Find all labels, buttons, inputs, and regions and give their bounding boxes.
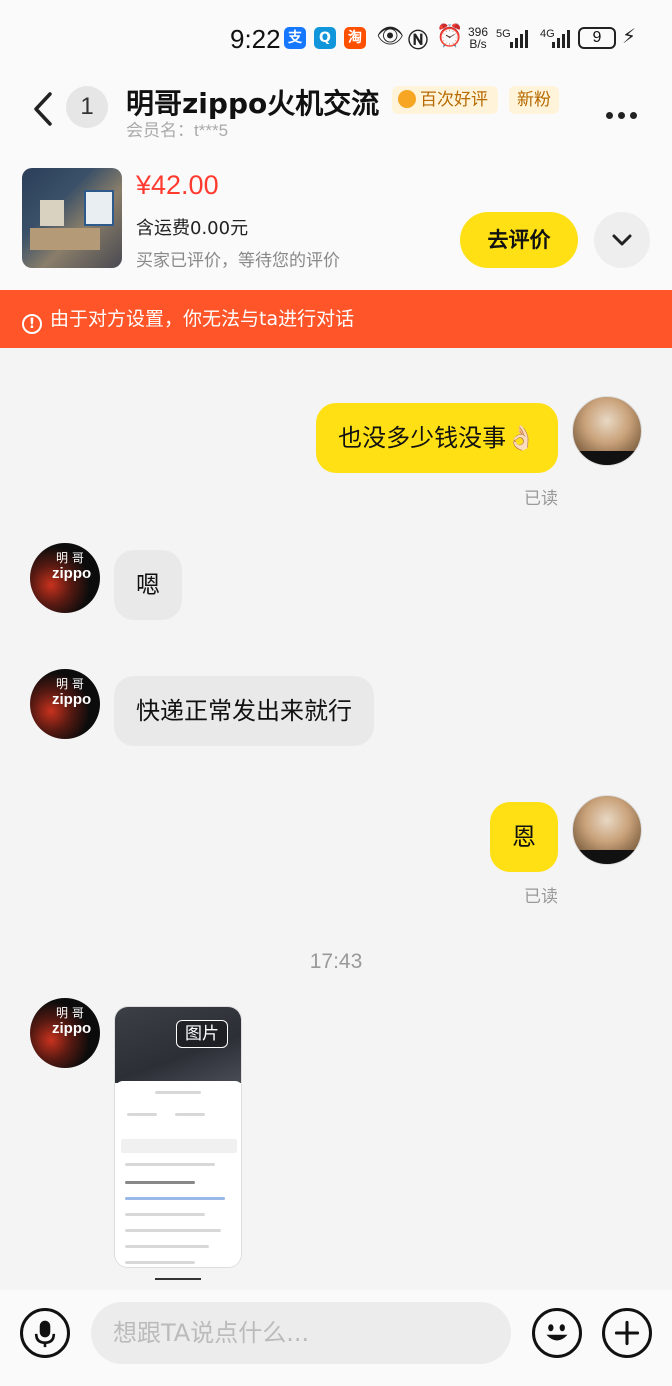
warning-icon: !: [22, 314, 42, 334]
emoji-icon[interactable]: [532, 1308, 582, 1358]
order-status: 买家已评价，等待您的评价: [136, 251, 340, 271]
new-fan-badge: 新粉: [509, 86, 559, 114]
shipping-fee: 含运费0.00元: [136, 218, 249, 239]
avatar-me[interactable]: [572, 795, 642, 865]
net-speed: 396 B/s: [467, 25, 489, 51]
qq-icon: Q: [314, 27, 336, 49]
signal-icon-2: [552, 30, 570, 48]
input-bar: [0, 1290, 672, 1386]
product-price: ¥42.00: [136, 170, 219, 200]
nfc-icon: Ⓝ: [408, 28, 428, 52]
message-input[interactable]: [91, 1302, 511, 1364]
microphone-icon[interactable]: [20, 1308, 70, 1358]
avatar-me[interactable]: [572, 396, 642, 466]
product-thumbnail[interactable]: [22, 168, 122, 268]
back-arrow-icon[interactable]: [28, 88, 58, 130]
message-bubble-ta[interactable]: 快递正常发出来就行: [114, 676, 374, 746]
signal-5g-label: 5G: [496, 28, 511, 40]
message-bubble-ta[interactable]: 嗯: [114, 550, 182, 620]
read-status: 已读: [524, 489, 558, 509]
product-card[interactable]: ¥42.00 含运费0.00元 买家已评价，等待您的评价 去评价: [0, 160, 672, 290]
avatar-seller[interactable]: 明 哥 zippo: [30, 998, 100, 1068]
member-name: 会员名：t***5: [126, 121, 229, 140]
read-status: 已读: [524, 887, 558, 907]
chevron-down-icon[interactable]: [594, 212, 650, 268]
review-badge: 百次好评: [392, 86, 498, 114]
status-time: 9:22: [230, 24, 281, 54]
review-button[interactable]: 去评价: [460, 212, 578, 268]
taobao-icon: 淘: [344, 27, 366, 49]
alipay-icon: 支: [284, 27, 306, 49]
signal-icon: [510, 30, 528, 48]
warning-text: 由于对方设置，你无法与ta进行对话: [50, 308, 355, 330]
charging-icon: ⚡: [622, 24, 637, 48]
message-bubble-me[interactable]: 也没多少钱没事👌🏻: [316, 403, 558, 473]
avatar-seller[interactable]: 明 哥 zippo: [30, 543, 100, 613]
message-timestamp: 17:43: [309, 950, 363, 973]
status-bar: 9:22 支 Q 淘 👁 Ⓝ ⏰ 396 B/s 5G 4G 9 ⚡: [0, 0, 672, 78]
message-bubble-me[interactable]: 恩: [490, 802, 558, 872]
more-options-icon[interactable]: [606, 104, 646, 119]
plus-icon[interactable]: [602, 1308, 652, 1358]
alarm-icon: ⏰: [436, 24, 464, 49]
image-tag: 图片: [176, 1020, 228, 1048]
avatar-seller[interactable]: 明 哥 zippo: [30, 669, 100, 739]
chat-header: 1 明哥zippo火机交流 百次好评 新粉 会员名：t***5: [0, 78, 672, 160]
eye-icon: 👁: [376, 24, 404, 49]
unread-count-badge[interactable]: 1: [66, 86, 108, 128]
medal-icon: [398, 90, 416, 108]
warning-banner: ! 由于对方设置，你无法与ta进行对话: [0, 290, 672, 348]
battery-icon: 9: [578, 27, 616, 49]
scroll-indicator: [155, 1278, 201, 1280]
